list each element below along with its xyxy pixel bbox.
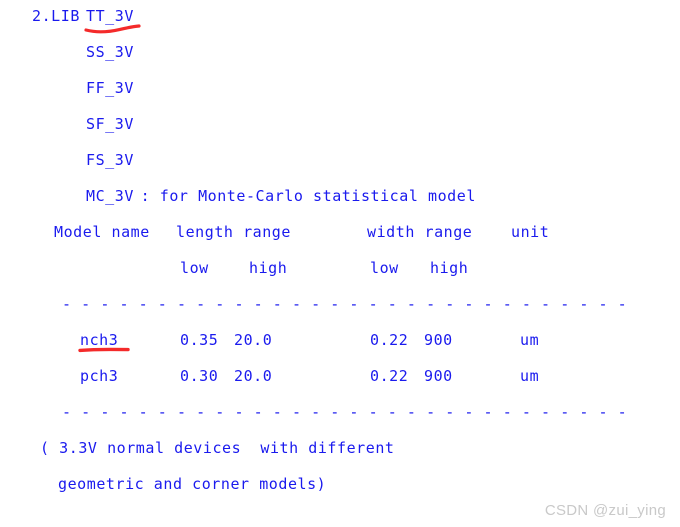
table-row-model-pch3: pch3 [80, 367, 119, 385]
table-cell-nch3-width-low: 0.22 [370, 331, 409, 349]
corner-name-fs-3v: FS_3V [86, 151, 134, 169]
table-cell-pch3-length-low: 0.30 [180, 367, 219, 385]
corner-name-tt-3v: TT_3V [86, 7, 134, 25]
table-header-length-range: length range [176, 223, 291, 241]
table-cell-nch3-length-high: 20.0 [234, 331, 273, 349]
table-separator-top: - - - - - - - - - - - - - - - - - - - - … [62, 295, 628, 313]
corner-name-ss-3v: SS_3V [86, 43, 134, 61]
table-header-unit: unit [511, 223, 550, 241]
corner-name-ff-3v: FF_3V [86, 79, 134, 97]
table-cell-pch3-width-high: 900 [424, 367, 453, 385]
table-cell-nch3-width-high: 900 [424, 331, 453, 349]
csdn-watermark: CSDN @zui_ying [544, 502, 666, 519]
corner-note-mc-3v: : for Monte-Carlo statistical model [131, 187, 476, 205]
corner-name-sf-3v: SF_3V [86, 115, 134, 133]
footer-note-line-2: geometric and corner models) [58, 475, 327, 493]
table-cell-nch3-unit: um [520, 331, 540, 349]
table-header-width-low: low [370, 259, 399, 277]
footer-note-line-1: ( 3.3V normal devices with different [40, 439, 395, 457]
table-row-model-nch3: nch3 [80, 331, 119, 349]
table-header-length-low: low [180, 259, 209, 277]
table-header-model-name: Model name [54, 223, 150, 241]
corner-name-mc-3v: MC_3V [86, 187, 134, 205]
table-cell-pch3-unit: um [520, 367, 540, 385]
table-header-length-high: high [249, 259, 288, 277]
table-header-width-high: high [430, 259, 469, 277]
lib-index-label: 2.LIB [32, 7, 80, 25]
table-header-width-range: width range [367, 223, 473, 241]
table-cell-pch3-width-low: 0.22 [370, 367, 409, 385]
model-library-document: 2.LIB TT_3V SS_3V FF_3V SF_3V FS_3V MC_3… [0, 0, 680, 527]
table-cell-nch3-length-low: 0.35 [180, 331, 219, 349]
table-separator-bottom: - - - - - - - - - - - - - - - - - - - - … [62, 403, 628, 421]
table-cell-pch3-length-high: 20.0 [234, 367, 273, 385]
